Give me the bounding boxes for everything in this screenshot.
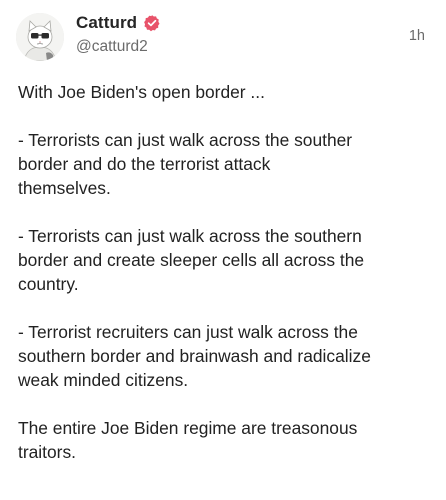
author-name-row: Catturd (76, 12, 161, 34)
cat-avatar-icon (16, 13, 64, 61)
author-avatar[interactable] (16, 13, 64, 61)
verified-badge-icon (143, 14, 161, 32)
author-handle[interactable]: @catturd2 (76, 38, 148, 56)
author-display-name[interactable]: Catturd (76, 13, 137, 33)
post-paragraph: - Terrorists can just walk across the so… (18, 226, 365, 294)
post-paragraph: - Terrorists can just walk across the so… (18, 130, 353, 198)
post-paragraph: The entire Joe Biden regime are treasono… (18, 418, 358, 462)
post-card: Catturd @catturd2 1h With Joe Biden's op… (0, 0, 446, 500)
post-paragraph: - Terrorist recruiters can just walk acr… (18, 322, 371, 390)
post-paragraph: With Joe Biden's open border ... (18, 82, 265, 102)
post-body: With Joe Biden's open border ... - Terro… (18, 80, 432, 488)
post-timestamp[interactable]: 1h (409, 28, 425, 44)
